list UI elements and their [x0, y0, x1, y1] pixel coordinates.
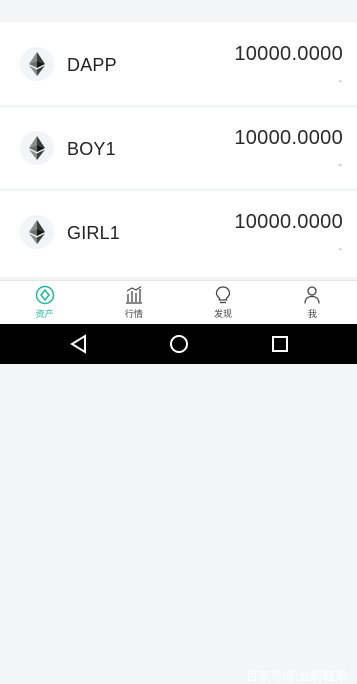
tab-discover[interactable]: 发现 — [179, 281, 268, 325]
asset-amount: 10000.0000 — [234, 211, 343, 233]
asset-row[interactable]: GIRL1 10000.0000 - — [0, 191, 357, 277]
asset-amount: 10000.0000 — [234, 127, 343, 149]
market-chart-icon — [125, 286, 142, 304]
asset-row[interactable]: DAPP 10000.0000 - — [0, 22, 357, 105]
tab-me[interactable]: 我 — [268, 281, 357, 325]
tab-assets-label: 资产 — [35, 309, 54, 319]
ethereum-icon — [20, 131, 54, 165]
asset-row[interactable]: BOY1 10000.0000 - — [0, 108, 357, 188]
asset-amount: 10000.0000 — [234, 43, 343, 65]
asset-name: GIRL1 — [67, 223, 121, 243]
asset-name: BOY1 — [67, 139, 116, 159]
assets-icon — [35, 285, 54, 305]
ethereum-icon — [20, 47, 54, 81]
system-nav-bar: 百家号/职业刷糖果 — [0, 324, 357, 683]
tab-market-label: 行情 — [124, 309, 143, 319]
watermark: 百家号/职业刷糖果 — [245, 669, 347, 683]
recents-square-icon[interactable] — [268, 332, 292, 356]
tab-discover-label: 发现 — [214, 309, 233, 319]
person-icon — [304, 286, 321, 304]
asset-fiat-value: - — [338, 160, 342, 171]
asset-fiat-value: - — [338, 76, 342, 87]
tab-market[interactable]: 行情 — [89, 281, 178, 325]
tab-me-label: 我 — [307, 309, 317, 319]
bottom-nav: 资产 行情 发现 我 — [0, 280, 357, 325]
back-triangle-icon[interactable] — [67, 332, 91, 356]
ethereum-icon — [20, 215, 54, 249]
asset-fiat-value: - — [338, 244, 342, 255]
lightbulb-icon — [215, 286, 231, 304]
home-circle-icon[interactable] — [167, 332, 191, 356]
tab-assets[interactable]: 资产 — [0, 281, 89, 325]
asset-name: DAPP — [67, 55, 117, 75]
